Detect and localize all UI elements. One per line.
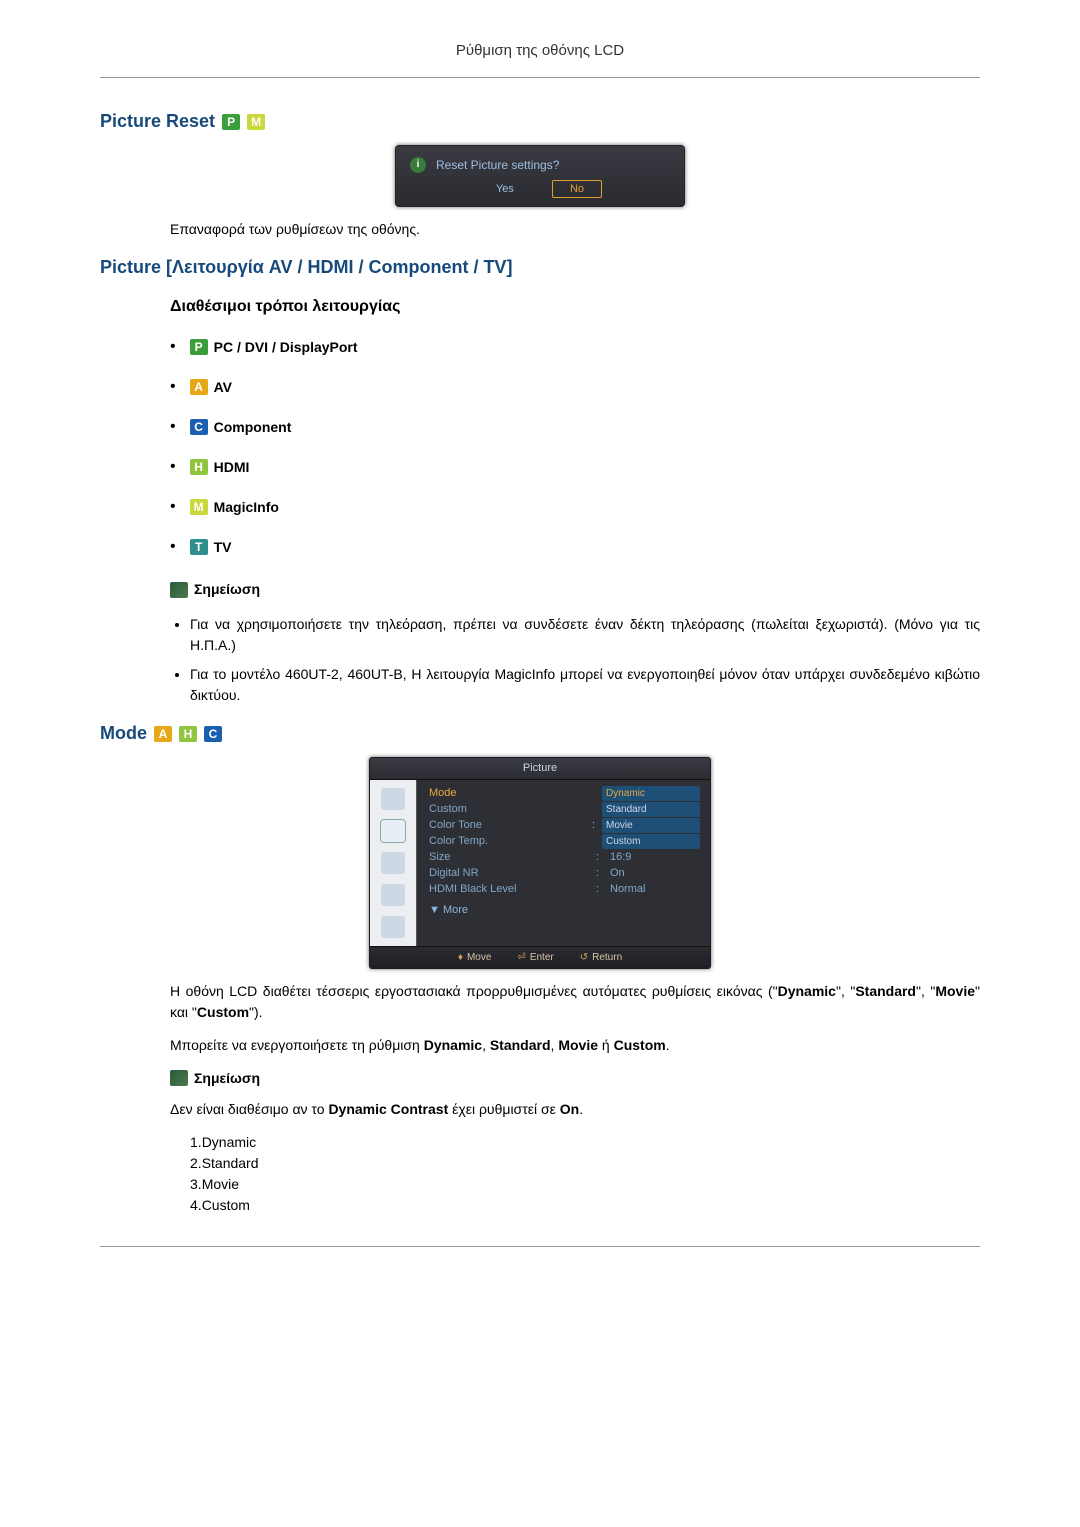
osd-reset-dialog: i Reset Picture settings? Yes No [395, 145, 685, 208]
mode-label: Component [214, 417, 292, 438]
mode-label: MagicInfo [214, 497, 279, 518]
list-item: 1.Dynamic [190, 1132, 980, 1153]
heading-picture-modes: Picture [Λειτουργία AV / HDMI / Componen… [100, 254, 980, 281]
osd-sidebar-icon[interactable] [381, 788, 405, 810]
badge-c-icon: C [204, 726, 222, 742]
heading-text: Mode [100, 723, 147, 743]
mode-item-component: C Component [170, 415, 980, 439]
osd-sidebar-icon[interactable] [381, 820, 405, 842]
osd-row-hdmiblack: HDMI Black Level : Normal [429, 882, 700, 898]
osd-footer-enter: ⏎Enter [517, 950, 553, 965]
divider [100, 1246, 980, 1247]
mode-label: PC / DVI / DisplayPort [214, 337, 358, 358]
badge-t-icon: T [190, 539, 208, 555]
osd-row-digitalnr[interactable]: Digital NR : On [429, 866, 700, 882]
osd-more-label: More [443, 904, 468, 916]
heading-text: Picture Reset [100, 111, 215, 131]
info-icon: i [410, 157, 426, 173]
badge-c-icon: C [190, 419, 208, 435]
move-icon: ♦ [458, 950, 463, 965]
badge-a-icon: A [154, 726, 172, 742]
mode-enum-list: 1.Dynamic 2.Standard 3.Movie 4.Custom [170, 1132, 980, 1216]
osd-label: Color Temp. [429, 833, 602, 850]
mode-label: AV [214, 377, 232, 398]
mode-list: P PC / DVI / DisplayPort A AV C Componen… [170, 335, 980, 559]
mode-item-av: A AV [170, 375, 980, 399]
badge-m-icon: M [247, 114, 265, 130]
osd-footer-return: ↺Return [580, 950, 622, 965]
picture-reset-desc: Επαναφορά των ρυθμίσεων της οθόνης. [170, 219, 980, 240]
mode-item-pc: P PC / DVI / DisplayPort [170, 335, 980, 359]
note-label: Σημείωση [194, 579, 260, 600]
note-icon [170, 582, 188, 598]
osd-option[interactable]: Custom [602, 834, 700, 849]
mode-label: HDMI [214, 457, 250, 478]
mode-item-tv: T TV [170, 535, 980, 559]
list-item: 2.Standard [190, 1153, 980, 1174]
osd-sidebar-icon[interactable] [381, 916, 405, 938]
osd-label: HDMI Black Level [429, 881, 596, 898]
osd-sidebar [370, 780, 417, 946]
badge-m-icon: M [190, 499, 208, 515]
divider [100, 77, 980, 78]
heading-mode: Mode A H C [100, 720, 980, 747]
osd-picture-menu: Picture Mode Dynamic Custom Standard [369, 757, 711, 969]
osd-option[interactable]: Movie [602, 818, 700, 833]
osd-value: Normal [606, 881, 700, 898]
note-list: Για να χρησιμοποιήσετε την τηλεόραση, πρ… [170, 614, 980, 706]
osd-row-mode[interactable]: Mode Dynamic [429, 786, 700, 802]
reset-question: Reset Picture settings? [436, 156, 559, 174]
list-item: 3.Movie [190, 1174, 980, 1195]
reset-yes-button[interactable]: Yes [478, 180, 532, 199]
mode-item-hdmi: H HDMI [170, 455, 980, 479]
osd-title: Picture [370, 758, 710, 780]
note-item: Για το μοντέλο 460UT-2, 460UT-B, Η λειτο… [190, 664, 980, 706]
osd-label: Digital NR [429, 865, 596, 882]
osd-footer: ♦Move ⏎Enter ↺Return [370, 946, 710, 968]
osd-footer-move: ♦Move [458, 950, 492, 965]
osd-row-colortemp: Color Temp. Custom [429, 834, 700, 850]
osd-sidebar-icon[interactable] [381, 852, 405, 874]
osd-row-colortone[interactable]: Color Tone : Movie [429, 818, 700, 834]
subheading-modes: Διαθέσιμοι τρόποι λειτουργίας [170, 295, 980, 319]
page-header: Ρύθμιση της οθόνης LCD [100, 40, 980, 73]
mode-item-magicinfo: M MagicInfo [170, 495, 980, 519]
note-item: Για να χρησιμοποιήσετε την τηλεόραση, πρ… [190, 614, 980, 656]
osd-label: Size [429, 849, 596, 866]
osd-label: Mode [429, 785, 602, 802]
note-heading: Σημείωση [170, 1068, 980, 1089]
badge-p-icon: P [222, 114, 240, 130]
mode-note-text: Δεν είναι διαθέσιμο αν το Dynamic Contra… [170, 1099, 980, 1120]
enter-icon: ⏎ [517, 950, 525, 965]
heading-picture-reset: Picture Reset P M [100, 108, 980, 135]
osd-row-size[interactable]: Size : 16:9 [429, 850, 700, 866]
note-heading: Σημείωση [170, 579, 980, 600]
note-icon [170, 1070, 188, 1086]
badge-h-icon: H [190, 459, 208, 475]
list-item: 4.Custom [190, 1195, 980, 1216]
osd-row-more[interactable]: ▼ More [429, 898, 700, 919]
badge-p-icon: P [190, 339, 208, 355]
osd-option[interactable]: Standard [602, 802, 700, 817]
return-icon: ↺ [580, 950, 588, 965]
osd-value: On [606, 865, 700, 882]
mode-desc-2: Μπορείτε να ενεργοποιήσετε τη ρύθμιση Dy… [170, 1035, 980, 1056]
note-label: Σημείωση [194, 1068, 260, 1089]
osd-label: Custom [429, 801, 602, 818]
badge-a-icon: A [190, 379, 208, 395]
badge-h-icon: H [179, 726, 197, 742]
mode-label: TV [214, 537, 232, 558]
osd-label: Color Tone [429, 817, 592, 834]
osd-value: 16:9 [606, 849, 700, 866]
reset-no-button[interactable]: No [552, 180, 602, 199]
osd-option[interactable]: Dynamic [602, 786, 700, 801]
osd-sidebar-icon[interactable] [381, 884, 405, 906]
mode-desc-1: Η οθόνη LCD διαθέτει τέσσερις εργοστασια… [170, 981, 980, 1023]
osd-row-custom[interactable]: Custom Standard [429, 802, 700, 818]
